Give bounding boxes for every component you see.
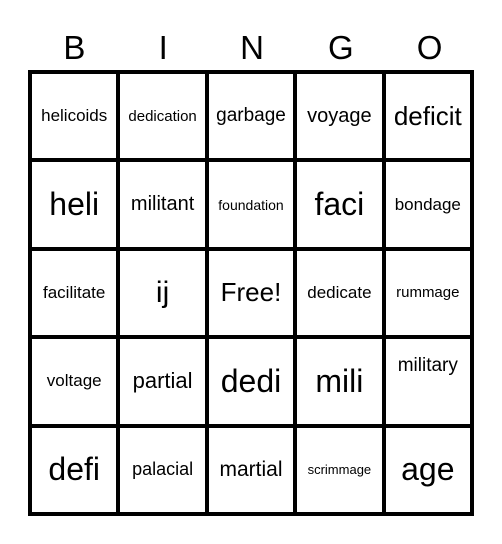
header-letter-o: O (416, 29, 443, 66)
bingo-cell[interactable]: defi (32, 427, 117, 512)
bingo-cell[interactable]: partial (120, 339, 205, 424)
bingo-cell[interactable]: militant (120, 162, 205, 247)
bingo-cell[interactable]: deficit (385, 74, 470, 159)
bingo-cell[interactable]: military (385, 339, 470, 424)
bingo-cell[interactable]: bondage (385, 162, 470, 247)
bingo-cell[interactable]: dedicate (297, 250, 382, 336)
bingo-cell[interactable]: palacial (120, 427, 205, 512)
bingo-cell[interactable]: mili (297, 339, 382, 424)
bingo-cell[interactable]: dedi (208, 339, 294, 424)
bingo-cell[interactable]: heli (32, 162, 117, 247)
bingo-grid: helicoids dedication garbage voyage deficit h… (28, 70, 474, 516)
bingo-cell[interactable]: garbage (208, 74, 294, 159)
header-letter-i: I (158, 29, 168, 66)
bingo-cell[interactable]: facilitate (32, 250, 117, 336)
bingo-cell[interactable]: age (385, 427, 470, 512)
bingo-cell[interactable]: helicoids (32, 74, 117, 159)
header-letter-b: B (63, 29, 86, 66)
bingo-cell[interactable]: foundation (208, 162, 294, 247)
header-letter-g: G (327, 29, 354, 66)
free-space-cell[interactable]: Free! (208, 250, 294, 336)
bingo-cell[interactable]: ij (120, 250, 205, 336)
bingo-header: B I N G O (30, 28, 474, 68)
header-letter-n: N (240, 29, 264, 66)
bingo-cell[interactable]: voltage (32, 339, 117, 424)
bingo-cell[interactable]: voyage (297, 74, 382, 159)
bingo-cell[interactable]: rummage (385, 250, 470, 336)
bingo-cell[interactable]: scrimmage (297, 427, 382, 512)
bingo-cell[interactable]: martial (208, 427, 294, 512)
bingo-cell[interactable]: faci (297, 162, 382, 247)
bingo-cell[interactable]: dedication (120, 74, 205, 159)
